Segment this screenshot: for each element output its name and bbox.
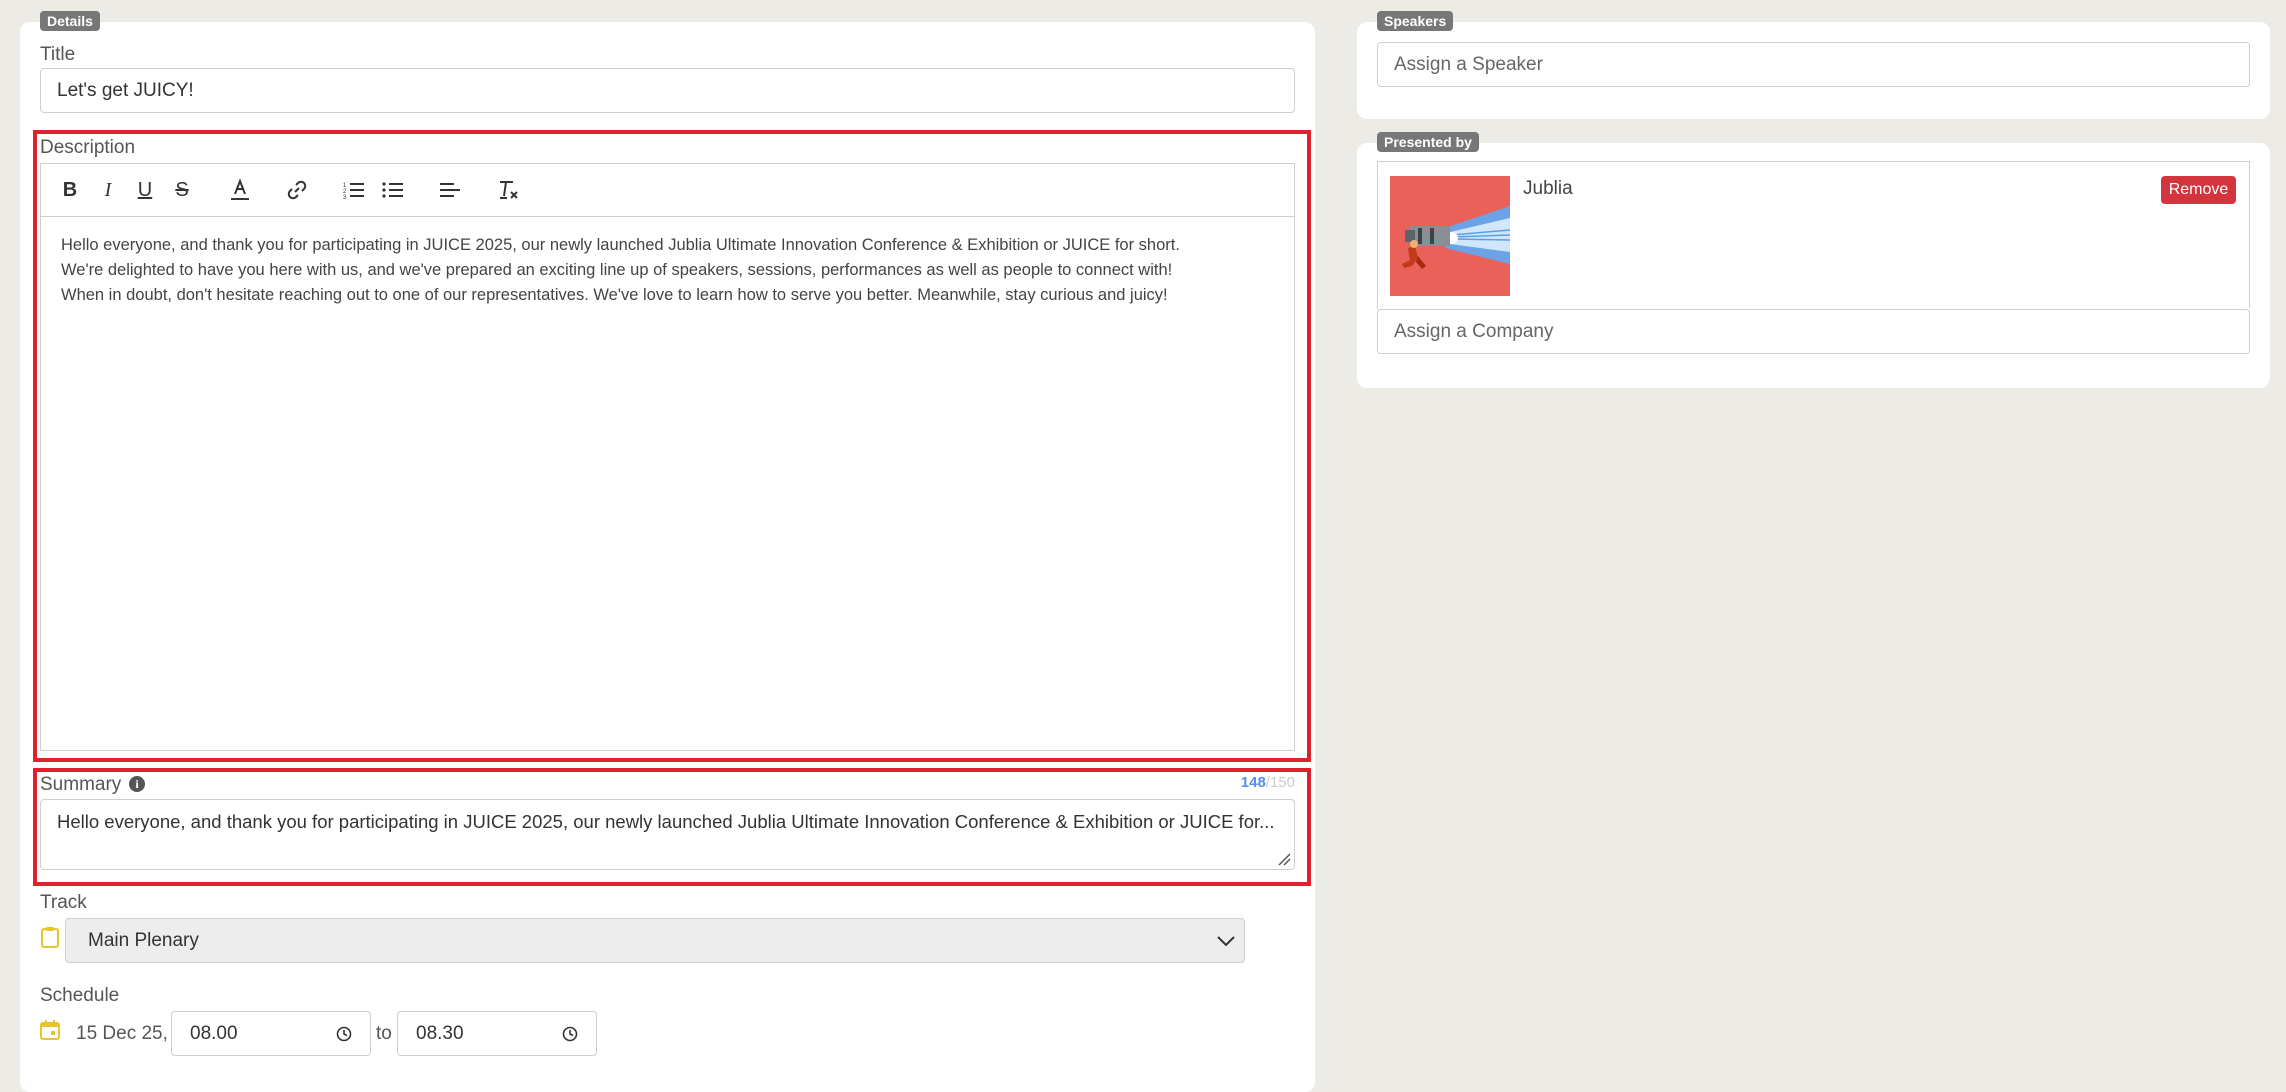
description-label: Description: [40, 137, 136, 158]
start-time-value: 08.00: [190, 1022, 238, 1044]
speakers-badge: Speakers: [1377, 11, 1454, 31]
remove-button[interactable]: Remove: [2161, 176, 2236, 204]
schedule-to-label: to: [376, 1023, 392, 1044]
summary-max: /150: [1265, 774, 1295, 791]
end-time-input[interactable]: 08.30: [397, 1011, 597, 1056]
summary-counter: 148/150: [1241, 774, 1295, 791]
info-icon: i: [129, 776, 145, 792]
schedule-label: Schedule: [40, 985, 120, 1006]
company-logo: [1390, 176, 1510, 296]
editor-toolbar: B I U S 123: [40, 163, 1295, 217]
title-input[interactable]: Let's get JUICY!: [40, 68, 1295, 113]
chevron-down-icon: [1217, 936, 1235, 947]
track-value: Main Plenary: [88, 929, 199, 951]
description-paragraph: When in doubt, don't hesitate reaching o…: [61, 286, 1168, 304]
description-paragraph: Hello everyone, and thank you for partic…: [61, 236, 1180, 254]
summary-value: Hello everyone, and thank you for partic…: [57, 811, 1275, 832]
schedule-date: 15 Dec 25,: [76, 1023, 168, 1044]
link-icon[interactable]: [282, 164, 312, 216]
end-time-value: 08.30: [416, 1022, 464, 1044]
ordered-list-icon[interactable]: 123: [339, 164, 369, 216]
company-name: Jublia: [1523, 178, 1573, 199]
clock-icon: [336, 1026, 352, 1041]
details-badge: Details: [40, 11, 100, 31]
bold-icon[interactable]: B: [55, 164, 85, 216]
speaker-input[interactable]: Assign a Speaker: [1377, 42, 2250, 87]
company-input[interactable]: Assign a Company: [1377, 309, 2250, 354]
calendar-icon: [40, 1020, 60, 1045]
resize-handle-icon[interactable]: [1277, 852, 1291, 866]
summary-label: Summary: [40, 774, 122, 795]
clear-format-icon[interactable]: [493, 164, 523, 216]
align-left-icon[interactable]: [435, 164, 465, 216]
strikethrough-icon[interactable]: S: [167, 164, 197, 216]
summary-textarea[interactable]: Hello everyone, and thank you for partic…: [40, 799, 1295, 870]
speaker-placeholder: Assign a Speaker: [1394, 53, 1543, 75]
svg-text:3: 3: [343, 195, 347, 200]
description-editor[interactable]: Hello everyone, and thank you for partic…: [40, 217, 1295, 751]
title-value: Let's get JUICY!: [57, 79, 194, 101]
bullet-list-icon[interactable]: [378, 164, 408, 216]
title-label: Title: [40, 44, 76, 65]
underline-icon[interactable]: U: [130, 164, 160, 216]
track-select[interactable]: Main Plenary: [65, 918, 1245, 963]
track-label: Track: [40, 892, 87, 913]
italic-icon[interactable]: I: [93, 164, 123, 216]
presented-by-badge: Presented by: [1377, 132, 1479, 152]
clock-icon: [562, 1026, 578, 1041]
start-time-input[interactable]: 08.00: [171, 1011, 371, 1056]
description-paragraph: We're delighted to have you here with us…: [61, 261, 1173, 279]
summary-count: 148: [1240, 774, 1266, 791]
text-color-icon[interactable]: [225, 164, 255, 216]
clipboard-icon: [40, 926, 60, 953]
company-placeholder: Assign a Company: [1394, 320, 1554, 342]
